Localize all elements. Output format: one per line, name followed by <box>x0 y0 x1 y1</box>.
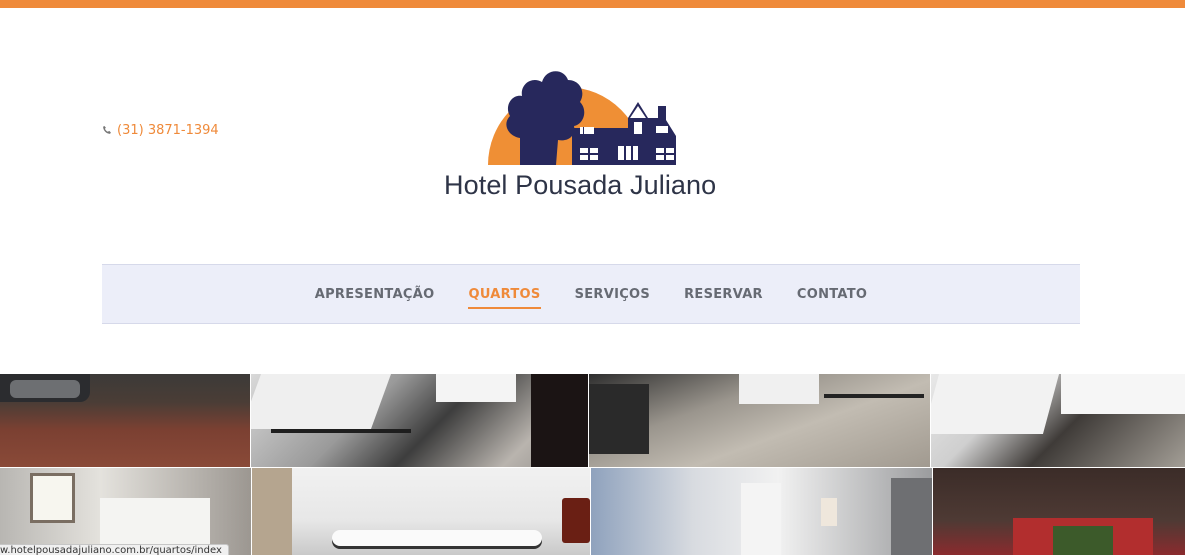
nav-item-contato[interactable]: CONTATO <box>797 287 867 309</box>
photo-gallery <box>0 374 1185 555</box>
top-accent-bar <box>0 0 1185 8</box>
logo-text: Hotel Pousada Juliano <box>444 170 717 200</box>
nav-item-reservar[interactable]: RESERVAR <box>684 287 763 309</box>
gallery-photo-room-2[interactable] <box>589 374 930 467</box>
hotel-logo[interactable]: Hotel Pousada Juliano <box>440 58 750 208</box>
main-navigation: APRESENTAÇÃO QUARTOS SERVIÇOS RESERVAR C… <box>102 264 1080 324</box>
gallery-photo-room-4[interactable] <box>0 468 251 555</box>
phone-icon <box>102 125 113 136</box>
gallery-photo-parking[interactable] <box>0 374 250 467</box>
nav-item-quartos[interactable]: QUARTOS <box>468 287 541 309</box>
phone-number: (31) 3871-1394 <box>117 123 219 138</box>
nav-item-servicos[interactable]: SERVIÇOS <box>575 287 651 309</box>
gallery-photo-room-6[interactable] <box>933 468 1185 555</box>
logo-emblem-icon <box>488 71 676 165</box>
gallery-photo-room-1[interactable] <box>251 374 588 467</box>
gallery-photo-room-3[interactable] <box>931 374 1185 467</box>
gallery-photo-breakfast[interactable] <box>252 468 590 555</box>
browser-status-url: w.hotelpousadajuliano.com.br/quartos/ind… <box>0 544 229 555</box>
gallery-photo-room-5[interactable] <box>591 468 932 555</box>
nav-item-apresentacao[interactable]: APRESENTAÇÃO <box>315 287 435 309</box>
phone-link[interactable]: (31) 3871-1394 <box>102 123 219 138</box>
